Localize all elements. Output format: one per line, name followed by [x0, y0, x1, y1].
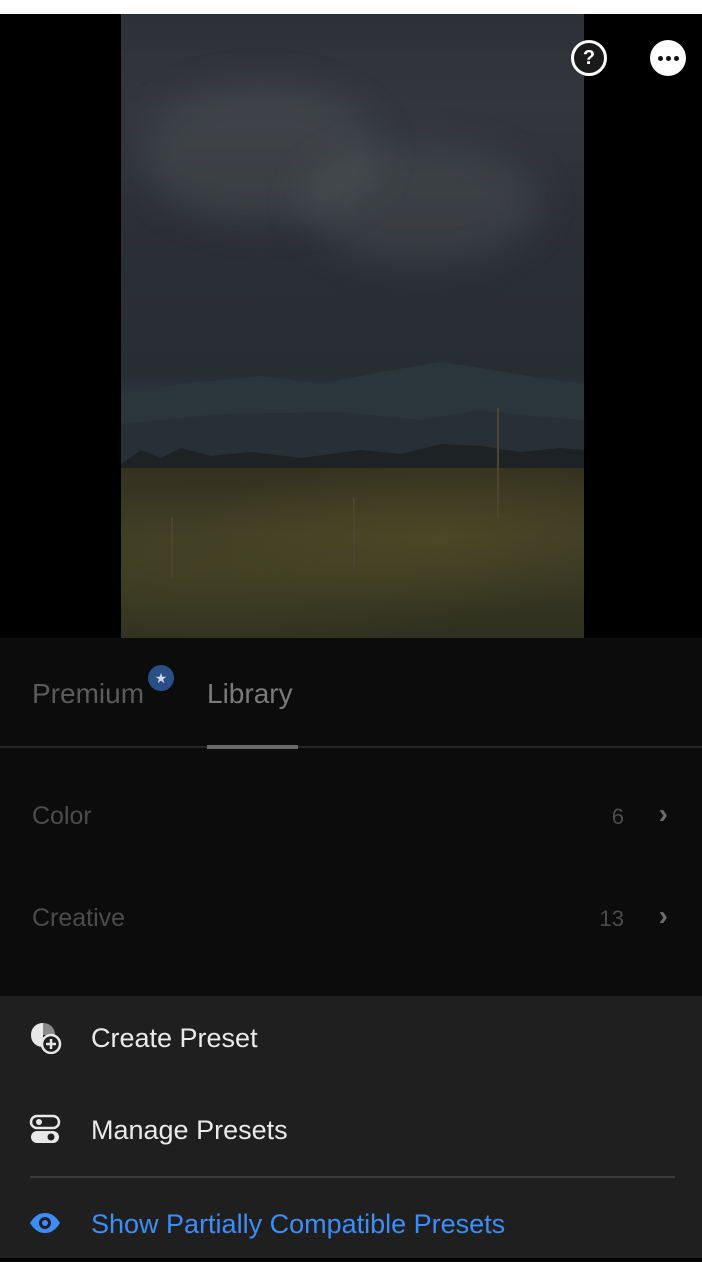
show-partially-compatible-label: Show Partially Compatible Presets [91, 1209, 506, 1239]
toggle-icon [29, 1114, 61, 1143]
tab-library[interactable]: Library [207, 678, 293, 710]
more-horizontal-icon[interactable] [650, 40, 686, 76]
grass-field [121, 408, 584, 638]
create-preset-button[interactable]: Create Preset [0, 996, 702, 1076]
manage-presets-label: Manage Presets [91, 1115, 288, 1145]
library-item-label: Creative [32, 904, 126, 932]
chevron-right-icon: › [658, 798, 668, 829]
manage-presets-button[interactable]: Manage Presets [0, 1088, 702, 1168]
library-item-color[interactable]: Color 6 › [0, 788, 702, 848]
eye-icon [30, 1213, 60, 1233]
preset-panel: Premium ★ Library Color 6 › Creative 13 … [0, 638, 702, 996]
mountains [121, 362, 584, 474]
plant-stalk [353, 498, 355, 568]
plant-stalk [171, 518, 173, 578]
show-partially-compatible-presets-toggle[interactable]: Show Partially Compatible Presets [0, 1182, 702, 1262]
library-item-count: 13 [599, 906, 624, 931]
star-icon: ★ [148, 665, 174, 691]
library-item-creative[interactable]: Creative 13 › [0, 890, 702, 950]
photo-preview [121, 14, 584, 638]
help-circle-icon[interactable]: ? [571, 40, 607, 76]
create-preset-label: Create Preset [91, 1023, 258, 1053]
chevron-right-icon: › [658, 900, 668, 931]
cloud [301, 144, 541, 264]
divider [30, 1176, 675, 1178]
preset-actions-sheet: Create Preset Manage Presets Show Partia… [0, 996, 702, 1258]
create-preset-icon [31, 1023, 62, 1054]
library-item-count: 6 [611, 804, 624, 829]
tab-premium[interactable]: Premium [32, 678, 144, 710]
plant-stalk [497, 408, 499, 518]
preset-tabs: Premium ★ Library [0, 638, 702, 749]
tab-selected-indicator [207, 745, 298, 749]
status-strip [0, 0, 702, 14]
library-item-label: Color [32, 802, 92, 830]
